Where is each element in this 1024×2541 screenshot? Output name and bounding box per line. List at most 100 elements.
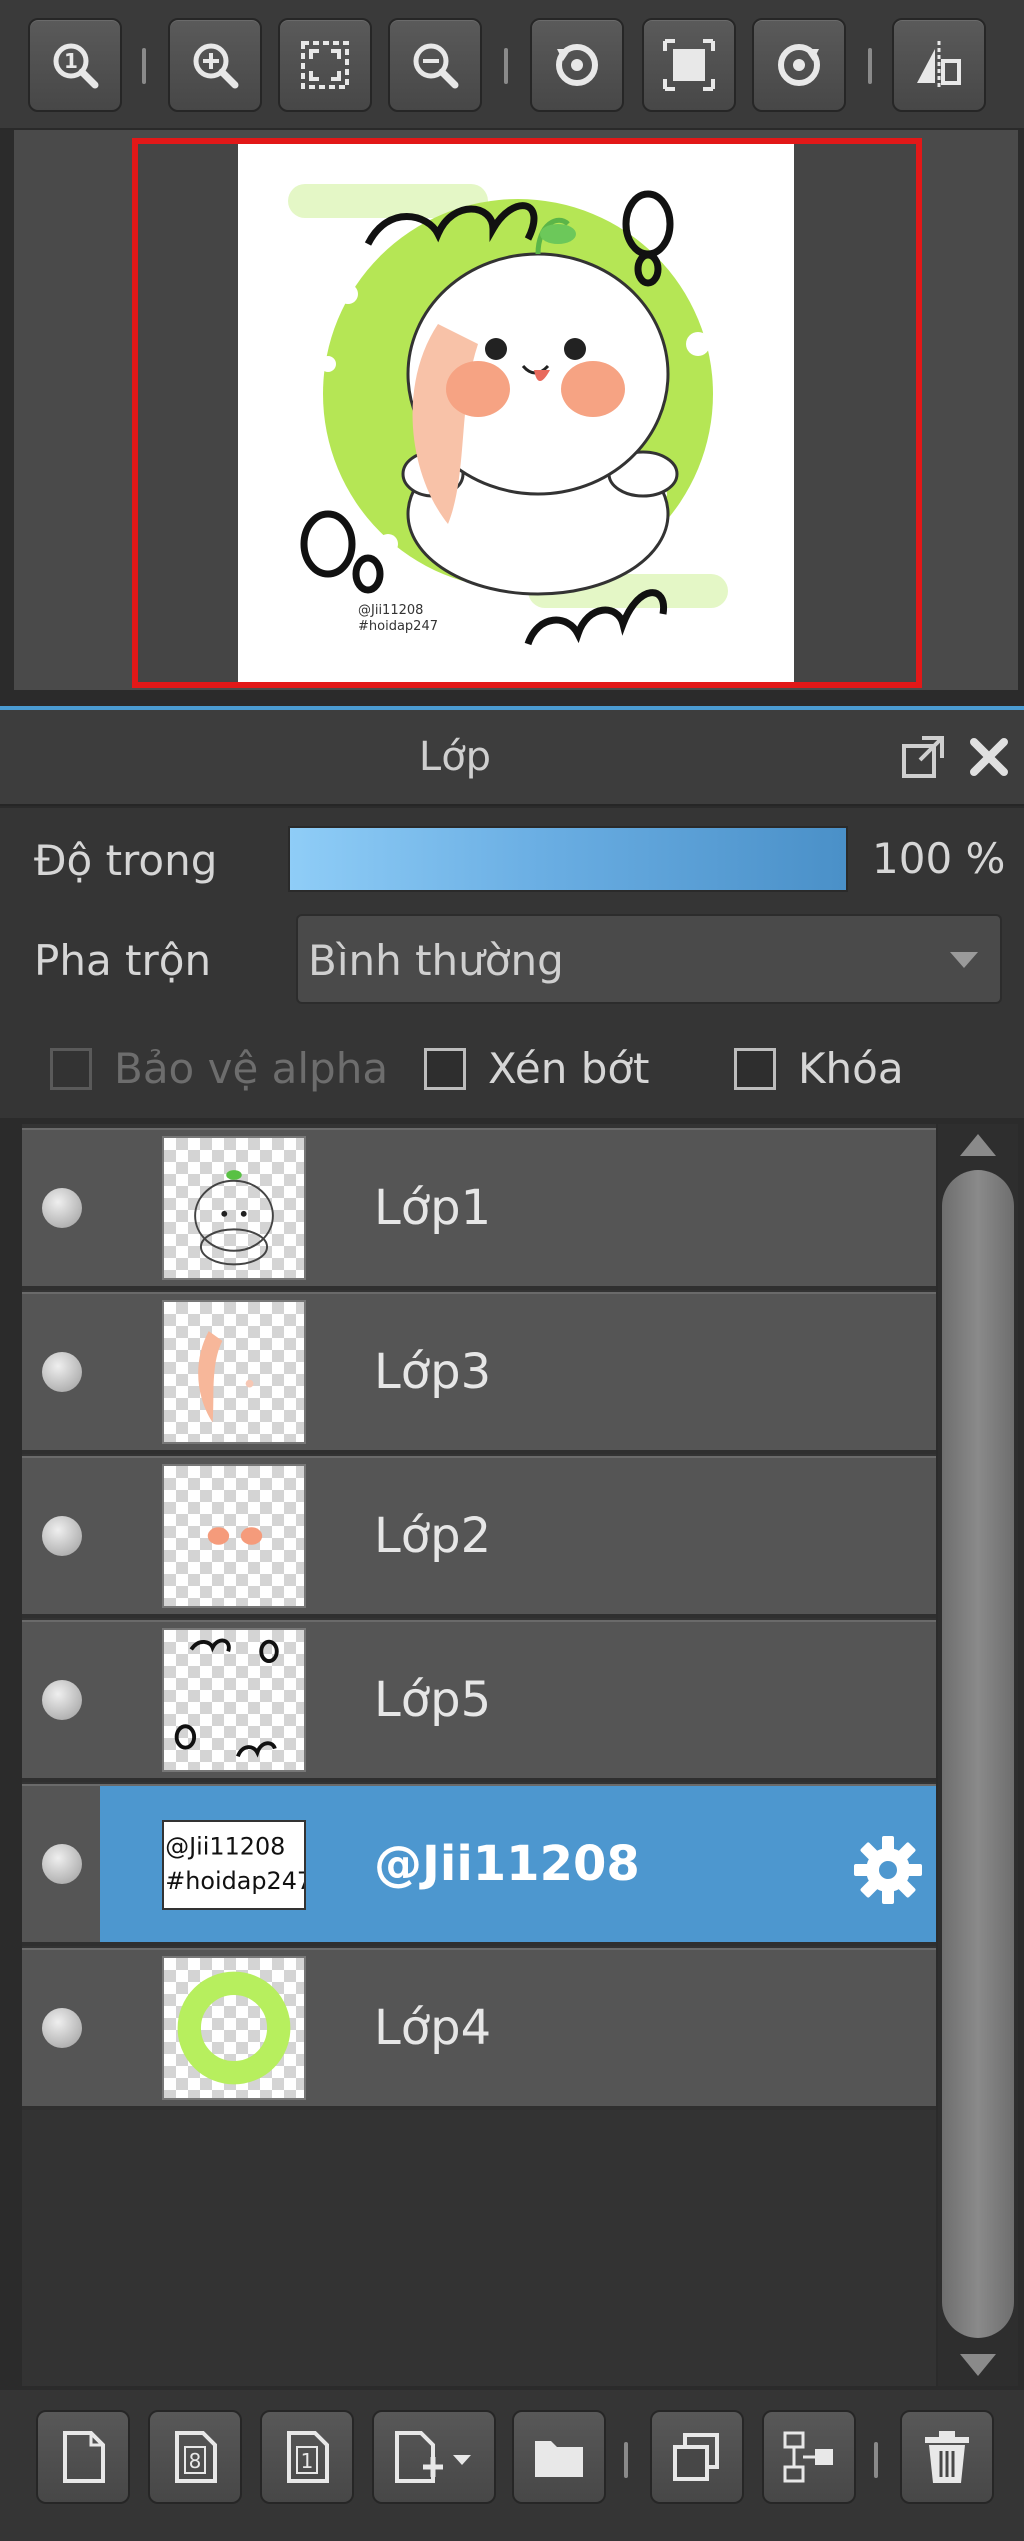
svg-text:@Jii11208: @Jii11208 [165,1832,285,1860]
layer-name: Lớp3 [374,1344,492,1400]
layer-row[interactable]: Lớp1 [22,1128,936,1290]
visibility-toggle-icon[interactable] [42,1844,82,1884]
blend-mode-label: Pha trộn [34,936,212,985]
zoom-in-icon [193,43,239,89]
character-illustration: @Jii11208 #hoidap247 [288,184,728,646]
visibility-toggle-icon[interactable] [42,1680,82,1720]
layer-row[interactable]: Lớp4 [22,1948,936,2110]
clipping-label: Xén bớt [488,1044,650,1093]
fit-rotation-button[interactable] [642,18,736,112]
fit-window-button[interactable] [278,18,372,112]
merge-down-button[interactable] [762,2410,856,2504]
add-layer-dropdown-icon [395,2431,471,2483]
layer-name: @Jii11208 [374,1836,640,1892]
visibility-toggle-icon[interactable] [42,2008,82,2048]
toolbar-separator [624,2442,628,2478]
lock-label: Khóa [798,1044,904,1093]
rotate-right-icon [778,44,820,86]
text-layer-thumbnail: @Jii11208 #hoidap247 [162,1820,306,1910]
visibility-toggle-icon[interactable] [42,1188,82,1228]
gear-icon[interactable] [850,1832,926,1908]
new-folder-icon [535,2441,583,2477]
viewport-frame[interactable]: @Jii11208 #hoidap247 [132,138,922,688]
svg-text:#hoidap247: #hoidap247 [358,619,438,634]
layer-thumbnail [162,1300,306,1444]
layer-thumbnail [162,1956,306,2100]
svg-text:8: 8 [189,2449,202,2473]
layer-row[interactable]: Lớp2 [22,1456,936,1618]
panel-title: Lớp [418,734,492,780]
zoom-in-button[interactable] [168,18,262,112]
lock-checkbox[interactable] [734,1047,776,1090]
blend-mode-value: Bình thường [308,936,564,985]
scroll-thumb[interactable] [942,1170,1014,2338]
flip-horizontal-button[interactable] [892,18,986,112]
svg-text:1: 1 [301,2449,314,2473]
layer-list-scrollbar[interactable] [938,1124,1018,2386]
close-icon[interactable] [964,732,1014,782]
duplicate-layer-icon [673,2433,719,2481]
new-1bit-layer-icon: 1 [287,2431,329,2483]
layer-thumbnail [162,1136,306,1280]
blend-mode-select[interactable]: Bình thường [296,914,1002,1004]
zoom-out-icon [413,43,459,89]
new-layer-button[interactable] [36,2410,130,2504]
fit-window-icon [301,41,349,89]
layer-name: Lớp4 [374,2000,492,2056]
scroll-up-icon[interactable] [960,1134,996,1156]
navigator-toolbar: 1 [0,0,1024,130]
visibility-toggle-icon[interactable] [42,1516,82,1556]
layer-panel-header: Lớp [0,710,1024,806]
layer-row[interactable]: Lớp5 [22,1620,936,1782]
detach-window-icon[interactable] [898,732,948,782]
layer-actions-toolbar: 8 1 [0,2390,1024,2541]
toolbar-separator [142,48,146,84]
fit-rotation-icon [663,39,715,91]
protect-alpha-checkbox[interactable] [50,1047,92,1090]
new-layer-icon [63,2431,105,2483]
chevron-down-icon [950,952,978,968]
protect-alpha-option[interactable]: Bảo vệ alpha [50,1044,388,1093]
zoom-actual-size-button[interactable]: 1 [28,18,122,112]
scroll-down-icon[interactable] [960,2354,996,2376]
new-folder-button[interactable] [512,2410,606,2504]
new-1bit-layer-button[interactable]: 1 [260,2410,354,2504]
svg-text:#hoidap247: #hoidap247 [165,1867,304,1895]
new-8bit-layer-icon: 8 [175,2431,217,2483]
toolbar-separator [874,2442,878,2478]
opacity-slider[interactable] [288,826,848,892]
delete-layer-button[interactable] [900,2410,994,2504]
flip-horizontal-icon [917,41,961,89]
new-8bit-layer-button[interactable]: 8 [148,2410,242,2504]
layer-row-selected[interactable]: @Jii11208 #hoidap247 @Jii11208 [22,1784,936,1946]
add-layer-dropdown-button[interactable] [372,2410,496,2504]
toolbar-separator [504,48,508,84]
layer-name: Lớp2 [374,1508,492,1564]
rotate-right-button[interactable] [752,18,846,112]
toolbar-separator [868,48,872,84]
zoom-out-button[interactable] [388,18,482,112]
layer-list: Lớp1 Lớp3 Lớp2 Lớp5 @Jii11208 #hoidap247 … [22,1124,936,2386]
zoom-actual-size-icon: 1 [53,43,99,89]
layer-name: Lớp1 [374,1180,492,1236]
layer-thumbnail [162,1464,306,1608]
opacity-value: 100 % [872,834,1006,883]
layer-properties: Độ trong 100 % Pha trộn Bình thường Bảo … [0,808,1024,1118]
lock-option[interactable]: Khóa [734,1044,904,1093]
clipping-checkbox[interactable] [424,1047,466,1090]
rotate-left-icon [556,44,598,86]
visibility-toggle-icon[interactable] [42,1352,82,1392]
merge-down-icon [783,2431,833,2483]
svg-text:@Jii11208: @Jii11208 [358,603,423,618]
navigator-preview[interactable]: @Jii11208 #hoidap247 [14,130,1018,690]
layer-row[interactable]: Lớp3 [22,1292,936,1454]
clipping-option[interactable]: Xén bớt [424,1044,650,1093]
duplicate-layer-button[interactable] [650,2410,744,2504]
opacity-label: Độ trong [34,836,218,885]
layer-thumbnail [162,1628,306,1772]
rotate-left-button[interactable] [530,18,624,112]
layer-name: Lớp5 [374,1672,492,1728]
protect-alpha-label: Bảo vệ alpha [114,1044,389,1093]
svg-text:1: 1 [64,49,78,73]
canvas-thumbnail: @Jii11208 #hoidap247 [238,144,794,682]
